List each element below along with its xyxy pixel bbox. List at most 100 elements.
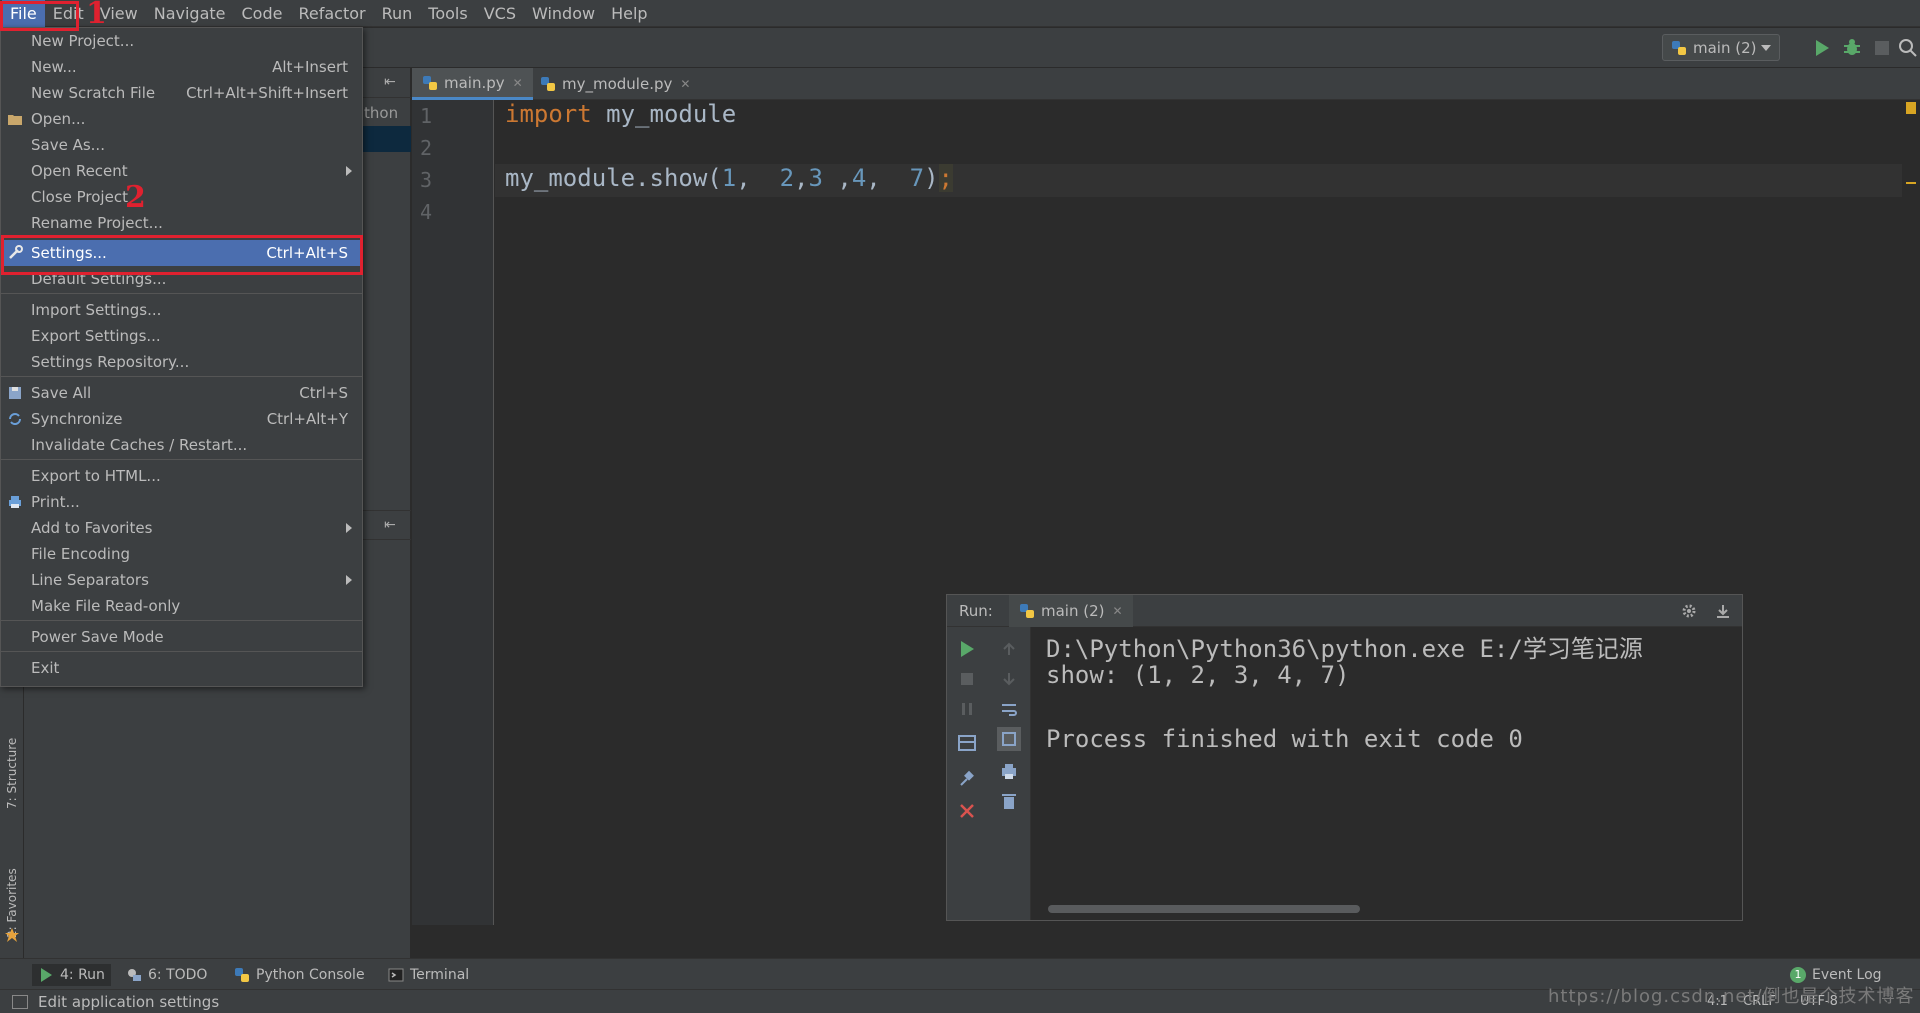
project-tree-item[interactable]: thon: [364, 104, 398, 122]
warning-marker[interactable]: [1906, 182, 1916, 184]
run-icon[interactable]: [1812, 38, 1832, 58]
hide-icon[interactable]: [1715, 603, 1731, 619]
menu-item-save-all[interactable]: Save All Ctrl+S: [1, 380, 362, 406]
code-text: my_module.show(: [505, 164, 722, 192]
menu-window[interactable]: Window: [524, 0, 603, 27]
menu-item-label: Synchronize: [31, 410, 123, 428]
menu-item-file-encoding[interactable]: File Encoding: [1, 541, 362, 567]
menu-item-label: New Scratch File: [31, 84, 156, 102]
soft-wrap-icon[interactable]: [999, 699, 1019, 719]
gear-icon[interactable]: [1681, 603, 1697, 619]
menu-item-new[interactable]: New... Alt+Insert: [1, 54, 362, 80]
tab-label: my_module.py: [562, 75, 673, 93]
python-icon: [235, 968, 249, 982]
python-console-tool-button[interactable]: Python Console: [228, 964, 371, 986]
menu-item-label: Open Recent: [31, 162, 128, 180]
debug-icon[interactable]: [1842, 38, 1862, 58]
run-window-title: Run:: [959, 602, 993, 620]
menu-item-rename-project[interactable]: Rename Project...: [1, 210, 362, 236]
menu-help[interactable]: Help: [603, 0, 655, 27]
run-window-header: Run: main (2) ✕: [947, 595, 1742, 627]
menu-run[interactable]: Run: [374, 0, 421, 27]
close-icon[interactable]: ✕: [513, 76, 523, 90]
menu-code[interactable]: Code: [234, 0, 291, 27]
menu-item-label: Print...: [31, 493, 80, 511]
pin-icon[interactable]: [957, 769, 977, 789]
code-text: ,: [794, 164, 809, 192]
rerun-icon[interactable]: [957, 639, 977, 659]
todo-tool-button[interactable]: 6: TODO: [120, 964, 213, 986]
terminal-icon: [388, 968, 404, 982]
close-icon[interactable]: ✕: [1113, 604, 1123, 618]
menu-item-label: File Encoding: [31, 545, 130, 563]
tab-main-py[interactable]: main.py ✕: [412, 68, 533, 100]
terminal-tool-button[interactable]: Terminal: [382, 964, 475, 986]
menu-item-new-scratch-file[interactable]: New Scratch File Ctrl+Alt+Shift+Insert: [1, 80, 362, 106]
tool-button-label: 4: Run: [60, 967, 105, 983]
menu-item-open-recent[interactable]: Open Recent: [1, 158, 362, 184]
run-configuration-select[interactable]: main (2): [1662, 34, 1780, 61]
menu-item-label: Make File Read-only: [31, 597, 181, 615]
menu-item-make-read-only[interactable]: Make File Read-only: [1, 593, 362, 619]
tool-windows-toggle-icon[interactable]: [12, 995, 28, 1009]
up-arrow-icon[interactable]: [999, 639, 1019, 659]
close-run-icon[interactable]: [957, 801, 977, 821]
structure-tool-tab[interactable]: 7: Structure: [2, 718, 22, 828]
menu-tools[interactable]: Tools: [420, 0, 475, 27]
search-icon[interactable]: [1898, 38, 1918, 58]
menu-item-print[interactable]: Print...: [1, 489, 362, 515]
menu-navigate[interactable]: Navigate: [146, 0, 234, 27]
menu-item-label: Power Save Mode: [31, 628, 164, 646]
menu-item-export-html[interactable]: Export to HTML...: [1, 463, 362, 489]
stop-icon[interactable]: [957, 669, 977, 689]
code-number: 2: [779, 164, 795, 192]
menu-item-new-project[interactable]: New Project...: [1, 28, 362, 54]
menu-item-import-settings[interactable]: Import Settings...: [1, 297, 362, 323]
tool-button-label: Python Console: [256, 967, 365, 983]
menu-item-invalidate-caches[interactable]: Invalidate Caches / Restart...: [1, 432, 362, 458]
menu-refactor[interactable]: Refactor: [290, 0, 373, 27]
menu-item-settings-repository[interactable]: Settings Repository...: [1, 349, 362, 375]
print-icon[interactable]: [999, 761, 1019, 781]
editor-marker-bar: [1902, 100, 1920, 925]
menu-item-export-settings[interactable]: Export Settings...: [1, 323, 362, 349]
menu-item-label: Import Settings...: [31, 301, 162, 319]
trash-icon[interactable]: [999, 791, 1019, 811]
line-number: 3: [420, 168, 433, 192]
menu-vcs[interactable]: VCS: [476, 0, 524, 27]
python-file-icon: [541, 77, 555, 91]
menu-separator: [1, 651, 362, 652]
layout-icon[interactable]: [957, 733, 977, 753]
menu-item-exit[interactable]: Exit: [1, 655, 362, 681]
close-icon[interactable]: ✕: [680, 77, 690, 91]
warning-marker[interactable]: [1906, 102, 1916, 114]
code-semicolon: ;: [938, 164, 953, 192]
menu-item-line-separators[interactable]: Line Separators: [1, 567, 362, 593]
tool-button-label: 6: TODO: [148, 967, 208, 983]
menu-item-power-save-mode[interactable]: Power Save Mode: [1, 624, 362, 650]
pause-icon[interactable]: [957, 699, 977, 719]
menu-item-label: Save As...: [31, 136, 105, 154]
run-console-output[interactable]: D:\Python\Python36\python.exe E:/学习笔记源 s…: [1032, 627, 1742, 920]
menu-item-shortcut: Ctrl+Alt+Shift+Insert: [186, 84, 348, 102]
menu-item-open[interactable]: Open...: [1, 106, 362, 132]
tab-my-module-py[interactable]: my_module.py ✕: [530, 68, 700, 100]
tool-button-label: Terminal: [410, 967, 470, 983]
collapse-icon[interactable]: ⇤: [384, 517, 396, 533]
menu-item-close-project[interactable]: Close Project: [1, 184, 362, 210]
run-tool-button[interactable]: 4: Run: [32, 964, 111, 986]
stop-icon[interactable]: [1872, 38, 1892, 58]
collapse-icon[interactable]: ⇤: [384, 74, 396, 90]
code-number: 1: [721, 164, 737, 192]
horizontal-scrollbar[interactable]: [1048, 905, 1360, 913]
menu-item-synchronize[interactable]: Synchronize Ctrl+Alt+Y: [1, 406, 362, 432]
menu-item-label: Line Separators: [31, 571, 149, 589]
run-tab-main[interactable]: main (2) ✕: [1009, 595, 1133, 627]
menu-item-shortcut: Ctrl+S: [299, 384, 348, 402]
menu-item-add-to-favorites[interactable]: Add to Favorites: [1, 515, 362, 541]
scroll-to-end-icon[interactable]: [997, 727, 1021, 751]
menu-item-save-as[interactable]: Save As...: [1, 132, 362, 158]
down-arrow-icon[interactable]: [999, 669, 1019, 689]
run-icon: [41, 968, 52, 982]
code-number: 7: [909, 164, 925, 192]
